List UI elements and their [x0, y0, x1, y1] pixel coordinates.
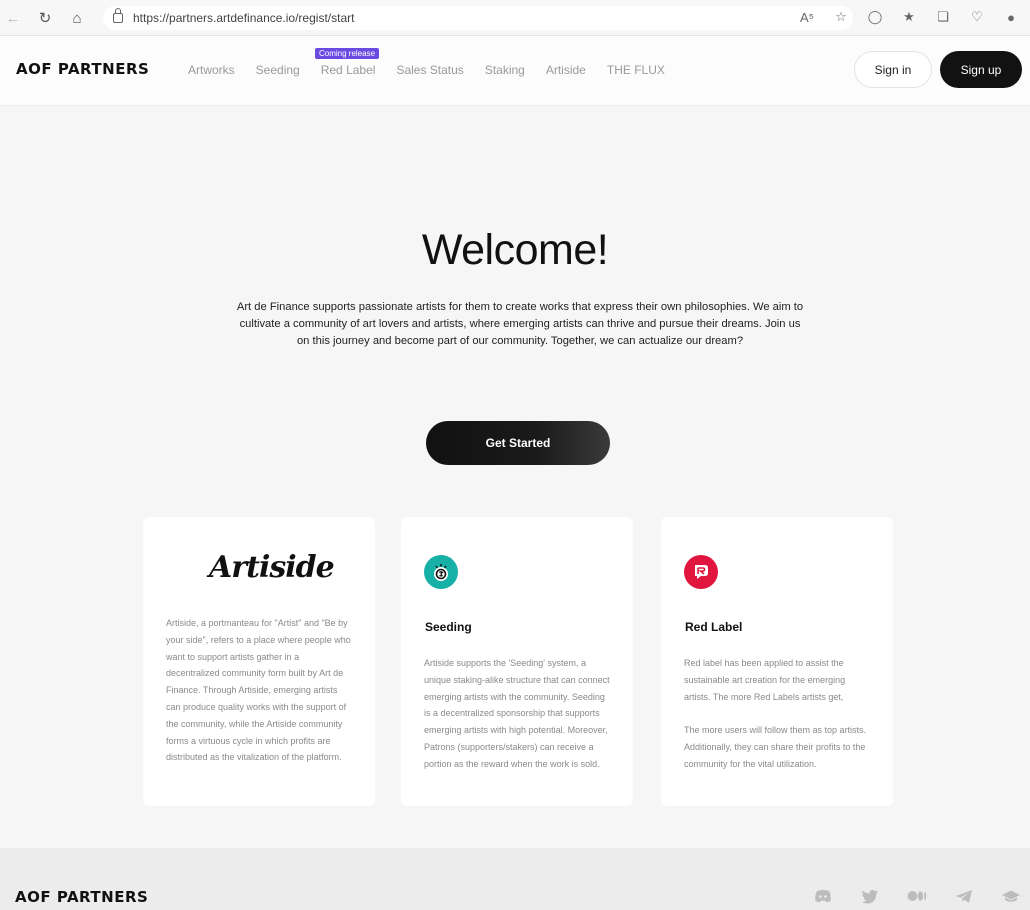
- medium-icon[interactable]: [907, 888, 927, 904]
- seeding-card: Seeding Artiside supports the 'Seeding' …: [401, 517, 633, 806]
- footer-logo[interactable]: AOF PARTNERS: [15, 888, 148, 906]
- artiside-card: Artiside Artiside, a portmanteau for "Ar…: [143, 517, 375, 806]
- sign-in-button[interactable]: Sign in: [854, 51, 932, 88]
- nav-seeding[interactable]: Seeding: [256, 63, 300, 77]
- collections-icon[interactable]: ❏: [932, 6, 954, 28]
- browser-toolbar: ← ↻ ⌂ https://partners.artdefinance.io/r…: [0, 0, 1030, 36]
- discord-icon[interactable]: [813, 888, 833, 904]
- welcome-title: Welcome!: [421, 226, 609, 274]
- main-nav: Artworks Seeding Red Label Sales Status …: [188, 63, 665, 77]
- sign-up-button[interactable]: Sign up: [940, 51, 1022, 88]
- browser-essentials-icon[interactable]: ♡: [966, 6, 988, 28]
- address-bar[interactable]: https://partners.artdefinance.io/regist/…: [103, 6, 853, 30]
- nav-artiside[interactable]: Artiside: [546, 63, 586, 77]
- nav-staking[interactable]: Staking: [485, 63, 525, 77]
- seeding-title: Seeding: [425, 620, 472, 634]
- site-footer: AOF PARTNERS: [0, 848, 1030, 910]
- refresh-icon[interactable]: ↻: [34, 7, 56, 29]
- favorites-list-icon[interactable]: ★: [898, 6, 920, 28]
- red-label-paragraph-1: Red label has been applied to assist the…: [684, 658, 846, 702]
- nav-the-flux[interactable]: THE FLUX: [607, 63, 665, 77]
- back-icon[interactable]: ←: [2, 7, 24, 29]
- twitter-icon[interactable]: [860, 888, 880, 904]
- get-started-button[interactable]: Get Started: [426, 421, 610, 465]
- red-label-icon: [684, 555, 718, 589]
- lock-icon: [113, 8, 123, 23]
- extension-icon[interactable]: ◯: [864, 6, 886, 28]
- site-logo[interactable]: AOF PARTNERS: [16, 60, 149, 78]
- telegram-icon[interactable]: [954, 888, 974, 904]
- seeding-description: Artiside supports the 'Seeding' system, …: [424, 658, 610, 769]
- browser-actions: A⁵ ☆ ◯ ★ ❏ ♡ ●: [796, 6, 1022, 28]
- red-label-title: Red Label: [685, 620, 743, 634]
- red-label-card: Red Label Red label has been applied to …: [661, 517, 893, 806]
- social-links: [813, 888, 1021, 904]
- coming-release-badge: Coming release: [315, 48, 380, 59]
- nav-red-label[interactable]: Red Label: [321, 63, 376, 77]
- artiside-description: Artiside, a portmanteau for "Artist" and…: [166, 618, 351, 763]
- url-text: https://partners.artdefinance.io/regist/…: [133, 11, 355, 25]
- home-icon[interactable]: ⌂: [66, 7, 88, 29]
- red-label-paragraph-2: The more users will follow them as top a…: [684, 725, 867, 769]
- seeding-icon: [424, 555, 458, 589]
- artiside-logo: Artiside: [209, 550, 335, 585]
- red-label-description: Red label has been applied to assist the…: [684, 655, 872, 773]
- gitbook-icon[interactable]: [1001, 888, 1021, 904]
- nav-artworks[interactable]: Artworks: [188, 63, 235, 77]
- read-aloud-icon[interactable]: A⁵: [796, 6, 818, 28]
- welcome-description: Art de Finance supports passionate artis…: [236, 301, 804, 347]
- favorite-star-icon[interactable]: ☆: [830, 6, 852, 28]
- profile-icon[interactable]: ●: [1000, 6, 1022, 28]
- site-header: AOF PARTNERS Artworks Seeding Red Label …: [0, 36, 1030, 106]
- nav-sales-status[interactable]: Sales Status: [396, 63, 463, 77]
